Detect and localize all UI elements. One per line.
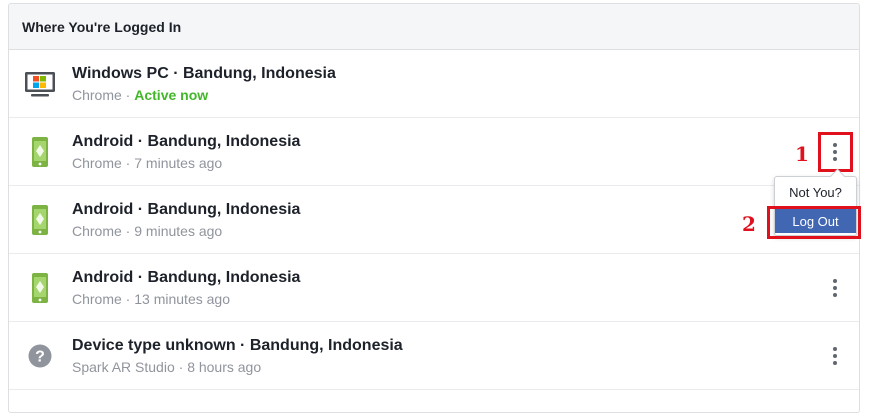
session-row: Android · Bandung, Indonesia Chrome · 9 … [9,186,859,254]
session-row: ? Device type unknown · Bandung, Indones… [9,322,859,390]
android-phone-icon [32,273,48,303]
session-time: 13 minutes ago [134,291,230,307]
android-phone-icon [32,205,48,235]
more-options-icon[interactable] [825,276,845,300]
active-now-status: Active now [134,87,209,103]
session-time: 8 hours ago [187,359,262,375]
session-time: 9 minutes ago [134,223,223,239]
more-options-icon[interactable] [825,140,845,164]
session-title: Windows PC · Bandung, Indonesia [72,65,336,82]
session-time: 7 minutes ago [134,155,223,171]
session-app: Chrome [72,87,122,103]
android-phone-icon [32,137,48,167]
question-icon: ? [28,344,52,368]
session-title: Android · Bandung, Indonesia [72,269,301,286]
panel-header: Where You're Logged In [9,4,859,50]
session-title: Device type unknown · Bandung, Indonesia [72,337,403,354]
session-row: Android · Bandung, Indonesia Chrome · 13… [9,254,859,322]
windows-pc-icon [25,72,55,97]
session-app: Chrome [72,155,122,171]
session-options-menu: Not You? Log Out [774,176,857,236]
session-subtitle: Spark AR Studio · 8 hours ago [72,359,262,375]
session-subtitle: Chrome · Active now [72,87,209,103]
step1-label: 1 [795,142,809,166]
session-app: Spark AR Studio [72,359,175,375]
session-row: Windows PC · Bandung, Indonesia Chrome ·… [9,50,859,118]
more-options-icon[interactable] [825,344,845,368]
session-row: Android · Bandung, Indonesia Chrome · 7 … [9,118,859,186]
session-subtitle: Chrome · 9 minutes ago [72,223,223,239]
session-app: Chrome [72,223,122,239]
log-out-label: Log Out [792,213,839,229]
session-subtitle: Chrome · 7 minutes ago [72,155,223,171]
session-app: Chrome [72,291,122,307]
step2-label: 2 [742,212,756,236]
logged-in-panel: Where You're Logged In Windows PC · Band… [8,3,860,413]
log-out-menu-item[interactable]: Log Out [775,209,856,233]
svg-text:?: ? [35,349,45,366]
panel-title: Where You're Logged In [22,18,182,35]
not-you-menu-item[interactable]: Not You? [775,185,856,200]
session-title: Android · Bandung, Indonesia [72,201,301,218]
session-subtitle: Chrome · 13 minutes ago [72,291,230,307]
session-title: Android · Bandung, Indonesia [72,133,301,150]
